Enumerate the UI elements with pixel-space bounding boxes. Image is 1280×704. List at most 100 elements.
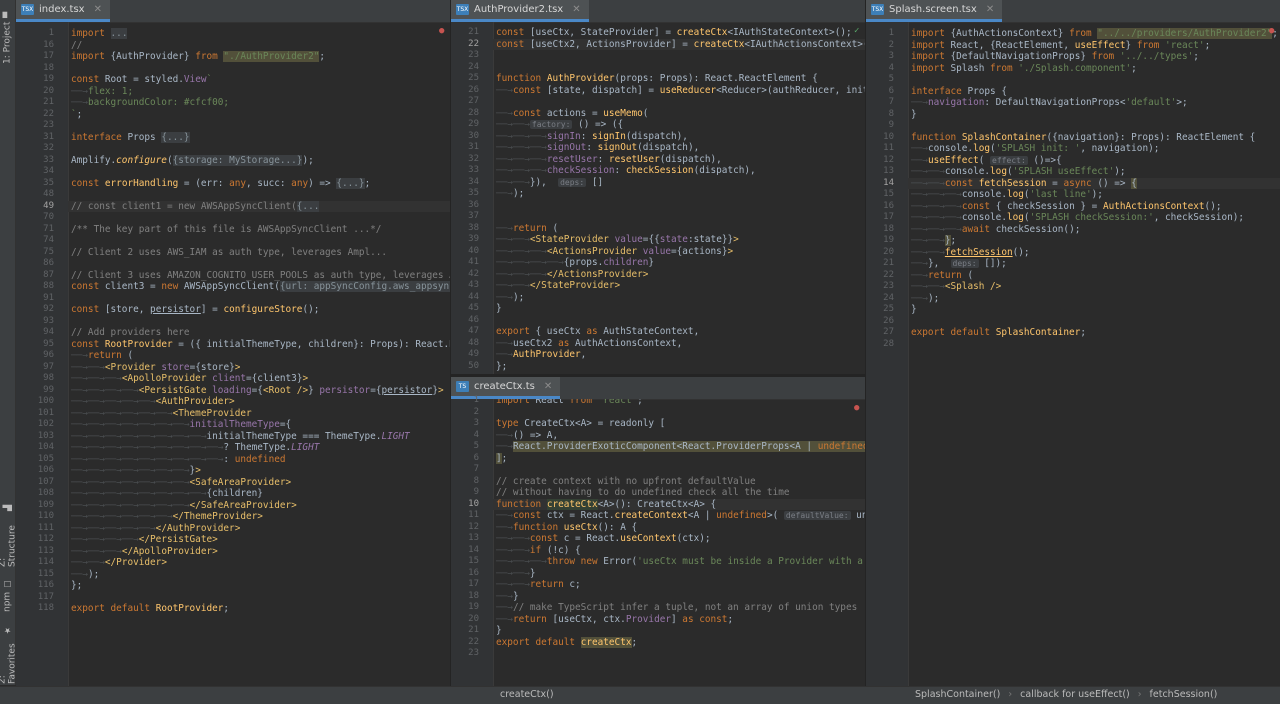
code-line[interactable]: }	[493, 625, 865, 637]
code-line[interactable]: }	[908, 304, 1280, 316]
code-line[interactable]: ──→──→──→──→──→──→──→<SafeAreaProvider>	[68, 477, 450, 489]
code-line[interactable]: import Splash from './Splash.component';	[908, 63, 1280, 75]
code-line[interactable]	[68, 212, 450, 224]
code-line[interactable]: ──→──→──→──→──→──→──→initialThemeType={	[68, 419, 450, 431]
code-line[interactable]: ──→AuthProvider,	[493, 349, 865, 361]
code-line[interactable]: ──→──→──→──→──→──→──→──→──→? ThemeType.L…	[68, 442, 450, 454]
code-line[interactable]: ──→──→}), deps: []	[493, 177, 865, 189]
tab-authprovider2-tsx[interactable]: TSX AuthProvider2.tsx ✕	[451, 0, 589, 22]
code-line[interactable]: ──→──→return c;	[493, 579, 865, 591]
code-line[interactable]: ──→──→──→</ActionsProvider>	[493, 269, 865, 281]
code-line[interactable]: ──→return (	[908, 270, 1280, 282]
code-line[interactable]: ──→──→──→──→──→</AuthProvider>	[68, 523, 450, 535]
code-line[interactable]: ──→──→</Provider>	[68, 557, 450, 569]
code-line[interactable]: import {AuthActionsContext} from "../../…	[908, 28, 1280, 40]
tab-createctx-ts[interactable]: TS createCtx.ts ✕	[451, 377, 561, 399]
code-line[interactable]: ──→──→──→──→──→──→──→──→initialThemeType…	[68, 431, 450, 443]
code-line[interactable]	[68, 63, 450, 75]
code-line[interactable]: ──→──→──→──→──→──→──→}>	[68, 465, 450, 477]
code-line[interactable]: ──→──→if (!c) {	[493, 545, 865, 557]
code-line[interactable]: import {AuthProvider} from "./AuthProvid…	[68, 51, 450, 63]
code-line[interactable]: ──→const [state, dispatch] = useReducer<…	[493, 85, 865, 97]
code-line[interactable]: ──→──→──→──→{props.children}	[493, 257, 865, 269]
code-line[interactable]	[493, 464, 865, 476]
code-line[interactable]: ──→const ctx = React.createContext<A | u…	[493, 510, 865, 522]
structure-tool-button[interactable]: Z: Structure ▟	[0, 505, 18, 567]
favorites-tool-button[interactable]: 2: Favorites ★	[0, 626, 18, 684]
code-line[interactable]: ──→──→};	[908, 235, 1280, 247]
code-line[interactable]: ──→──→──→──→</PersistGate>	[68, 534, 450, 546]
breadcrumb-middle[interactable]: createCtx()	[500, 686, 554, 703]
code-line[interactable]	[68, 592, 450, 604]
check-icon[interactable]: ✓	[854, 26, 861, 36]
error-marker-icon[interactable]: ●	[1269, 26, 1276, 36]
project-tool-button[interactable]: 1: Project ▀	[0, 8, 15, 68]
code-line[interactable]: ──→navigation: DefaultNavigationProps<'d…	[908, 97, 1280, 109]
code-line[interactable]: ──→const actions = useMemo(	[493, 108, 865, 120]
code-line[interactable]: ──→backgroundColor: #cfcf00;	[68, 97, 450, 109]
code-line[interactable]: ──→// make TypeScript infer a tuple, not…	[493, 602, 865, 614]
code-line[interactable]: ];	[493, 452, 865, 465]
code-line[interactable]: export default RootProvider;	[68, 603, 450, 615]
code-line[interactable]: import React from 'react';	[493, 399, 865, 407]
code-line[interactable]: const [useCtx, StateProvider] = createCt…	[493, 27, 865, 39]
code-line[interactable]: }	[493, 303, 865, 315]
code-line[interactable]: ──→──→</StateProvider>	[493, 280, 865, 292]
code-line[interactable]: // Client 2 uses AWS_IAM as auth type, l…	[68, 247, 450, 259]
code-line[interactable]: ──→──→console.log('SPLASH useEffect');	[908, 166, 1280, 178]
code-line[interactable]: ──→useEffect( effect: ()=>{	[908, 155, 1280, 167]
tab-index-tsx[interactable]: TSX index.tsx ✕	[16, 0, 110, 22]
code-line[interactable]	[908, 120, 1280, 132]
code-line[interactable]	[68, 189, 450, 201]
code-line[interactable]: ──→──→──→signIn: signIn(dispatch),	[493, 131, 865, 143]
code-line[interactable]	[908, 74, 1280, 86]
code-line[interactable]: interface Props {	[908, 86, 1280, 98]
code-line[interactable]	[68, 258, 450, 270]
code-line[interactable]: import {DefaultNavigationProps} from '..…	[908, 51, 1280, 63]
code-line[interactable]: ──→──→fetchSession();	[908, 247, 1280, 259]
code-line[interactable]: ──→──→──→──→──→──→──→──→──→: undefined	[68, 454, 450, 466]
code-line[interactable]: type CreateCtx<A> = readonly [	[493, 418, 865, 430]
code-line[interactable]	[493, 315, 865, 327]
code-line[interactable]: ──→──→ factory: () => ({	[493, 119, 865, 131]
code-line[interactable]	[493, 96, 865, 108]
code-line[interactable]: ──→return [useCtx, ctx.Provider] as cons…	[493, 614, 865, 626]
breadcrumb-item[interactable]: SplashContainer()	[915, 689, 1000, 700]
code-line[interactable]: ──→flex: 1;	[68, 86, 450, 98]
code-area[interactable]: import ...//import {AuthProvider} from "…	[68, 22, 450, 686]
code-area[interactable]: import {AuthActionsContext} from "../../…	[908, 22, 1280, 686]
code-line[interactable]: // create context with no upfront defaul…	[493, 476, 865, 488]
code-line[interactable]	[493, 62, 865, 74]
code-line[interactable]	[68, 316, 450, 328]
code-line[interactable]: ──→──→──→──→──→──→──→──→{children}	[68, 488, 450, 500]
code-area[interactable]: import React from 'react'; type CreateCtx…	[493, 399, 865, 686]
code-line[interactable]: function SplashContainer({navigation}: P…	[908, 132, 1280, 144]
editor-pane-authprovider[interactable]: TSX AuthProvider2.tsx ✕ 21 22 23 24 25 26 27 28…	[451, 0, 865, 374]
code-line[interactable]: ──→);	[493, 292, 865, 304]
code-line[interactable]	[908, 316, 1280, 328]
code-line[interactable]: ──→──→──→──→──→──→──→</SafeAreaProvider>	[68, 500, 450, 512]
code-line[interactable]	[908, 339, 1280, 351]
code-line[interactable]: export default SplashContainer;	[908, 327, 1280, 339]
error-marker-icon[interactable]: ●	[854, 403, 861, 413]
code-line[interactable]: ──→}, deps: []);	[908, 258, 1280, 270]
code-line[interactable]: const errorHandling = (err: any, succ: a…	[68, 177, 450, 190]
code-line[interactable]: ──→──→}	[493, 568, 865, 580]
code-line[interactable]	[68, 120, 450, 132]
code-line[interactable]: ──→──→──→console.log('SPLASH checkSessio…	[908, 212, 1280, 224]
code-line[interactable]: ──→React.ProviderExoticComponent<React.P…	[493, 441, 865, 453]
code-line[interactable]: //	[68, 40, 450, 52]
code-line[interactable]: ──→──→──→console.log('last line');	[908, 189, 1280, 201]
close-icon[interactable]: ✕	[544, 381, 552, 392]
code-line[interactable]: ──→──→<StateProvider value={{state:state…	[493, 234, 865, 246]
code-line[interactable]: ──→──→const c = React.useContext(ctx);	[493, 533, 865, 545]
npm-tool-button[interactable]: npm □	[0, 578, 15, 614]
code-line[interactable]	[493, 648, 865, 660]
code-line[interactable]: `;	[68, 109, 450, 121]
code-line[interactable]: ──→──→──→throw new Error('useCtx must be…	[493, 556, 865, 568]
code-line[interactable]: ──→──→──→await checkSession();	[908, 224, 1280, 236]
code-line[interactable]: ──→console.log('SPLASH init: ', navigati…	[908, 143, 1280, 155]
code-line[interactable]: ──→}	[493, 591, 865, 603]
code-line[interactable]: ──→──→──→<ApolloProvider client={client3…	[68, 373, 450, 385]
code-line[interactable]: ──→──→──→resetUser: resetUser(dispatch),	[493, 154, 865, 166]
